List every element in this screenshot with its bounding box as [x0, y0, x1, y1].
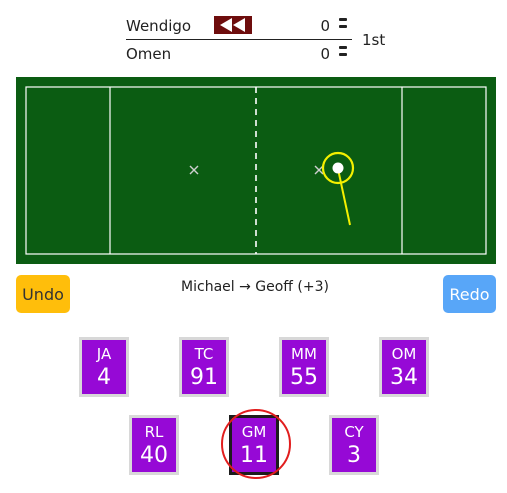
player-card-om[interactable]: OM 34	[379, 337, 429, 397]
redo-button[interactable]: Redo	[443, 275, 496, 313]
player-number: 3	[347, 443, 361, 468]
disc[interactable]	[332, 162, 344, 174]
player-card-gm[interactable]: GM 11	[229, 415, 279, 475]
player-initials: CY	[344, 423, 364, 441]
player-number: 40	[140, 443, 168, 468]
stepper-bar	[339, 18, 347, 21]
player-card-rl[interactable]: RL 40	[129, 415, 179, 475]
player-number: 55	[290, 365, 318, 390]
period-label: 1st	[362, 31, 386, 49]
home-team-name: Wendigo	[126, 17, 192, 35]
player-number: 4	[97, 365, 111, 390]
double-chevron-left-icon	[220, 18, 245, 32]
home-score: 0	[320, 17, 330, 35]
player-number: 11	[240, 443, 268, 468]
player-initials: RL	[144, 423, 164, 441]
player-number: 34	[390, 365, 418, 390]
away-team-name: Omen	[126, 45, 172, 63]
player-card-ja[interactable]: JA 4	[79, 337, 129, 397]
player-card-mm[interactable]: MM 55	[279, 337, 329, 397]
player-initials: MM	[291, 345, 317, 363]
away-score-stepper[interactable]	[339, 46, 347, 60]
left-brick-mark	[189, 165, 199, 175]
stepper-bar	[339, 25, 347, 28]
scoreboard: Wendigo 0 Omen 0 1st	[126, 12, 388, 68]
player-initials: JA	[96, 345, 112, 363]
game-tracker: Wendigo 0 Omen 0 1st Undo Michael → Geof…	[0, 0, 507, 493]
right-brick-mark	[314, 165, 324, 175]
player-initials: GM	[241, 423, 267, 441]
throw-path	[337, 168, 351, 226]
score-divider	[126, 39, 352, 40]
stepper-bar	[339, 53, 347, 56]
player-card-cy[interactable]: CY 3	[329, 415, 379, 475]
player-initials: TC	[194, 345, 214, 363]
stepper-bar	[339, 46, 347, 49]
undo-button[interactable]: Undo	[16, 275, 70, 313]
away-score: 0	[320, 45, 330, 63]
field[interactable]	[16, 77, 496, 264]
rewind-button[interactable]	[214, 16, 252, 34]
last-action-text: Michael → Geoff (+3)	[181, 279, 329, 295]
player-card-tc[interactable]: TC 91	[179, 337, 229, 397]
player-number: 91	[190, 365, 218, 390]
field-diagram	[25, 86, 487, 255]
player-initials: OM	[391, 345, 417, 363]
home-score-stepper[interactable]	[339, 18, 347, 32]
